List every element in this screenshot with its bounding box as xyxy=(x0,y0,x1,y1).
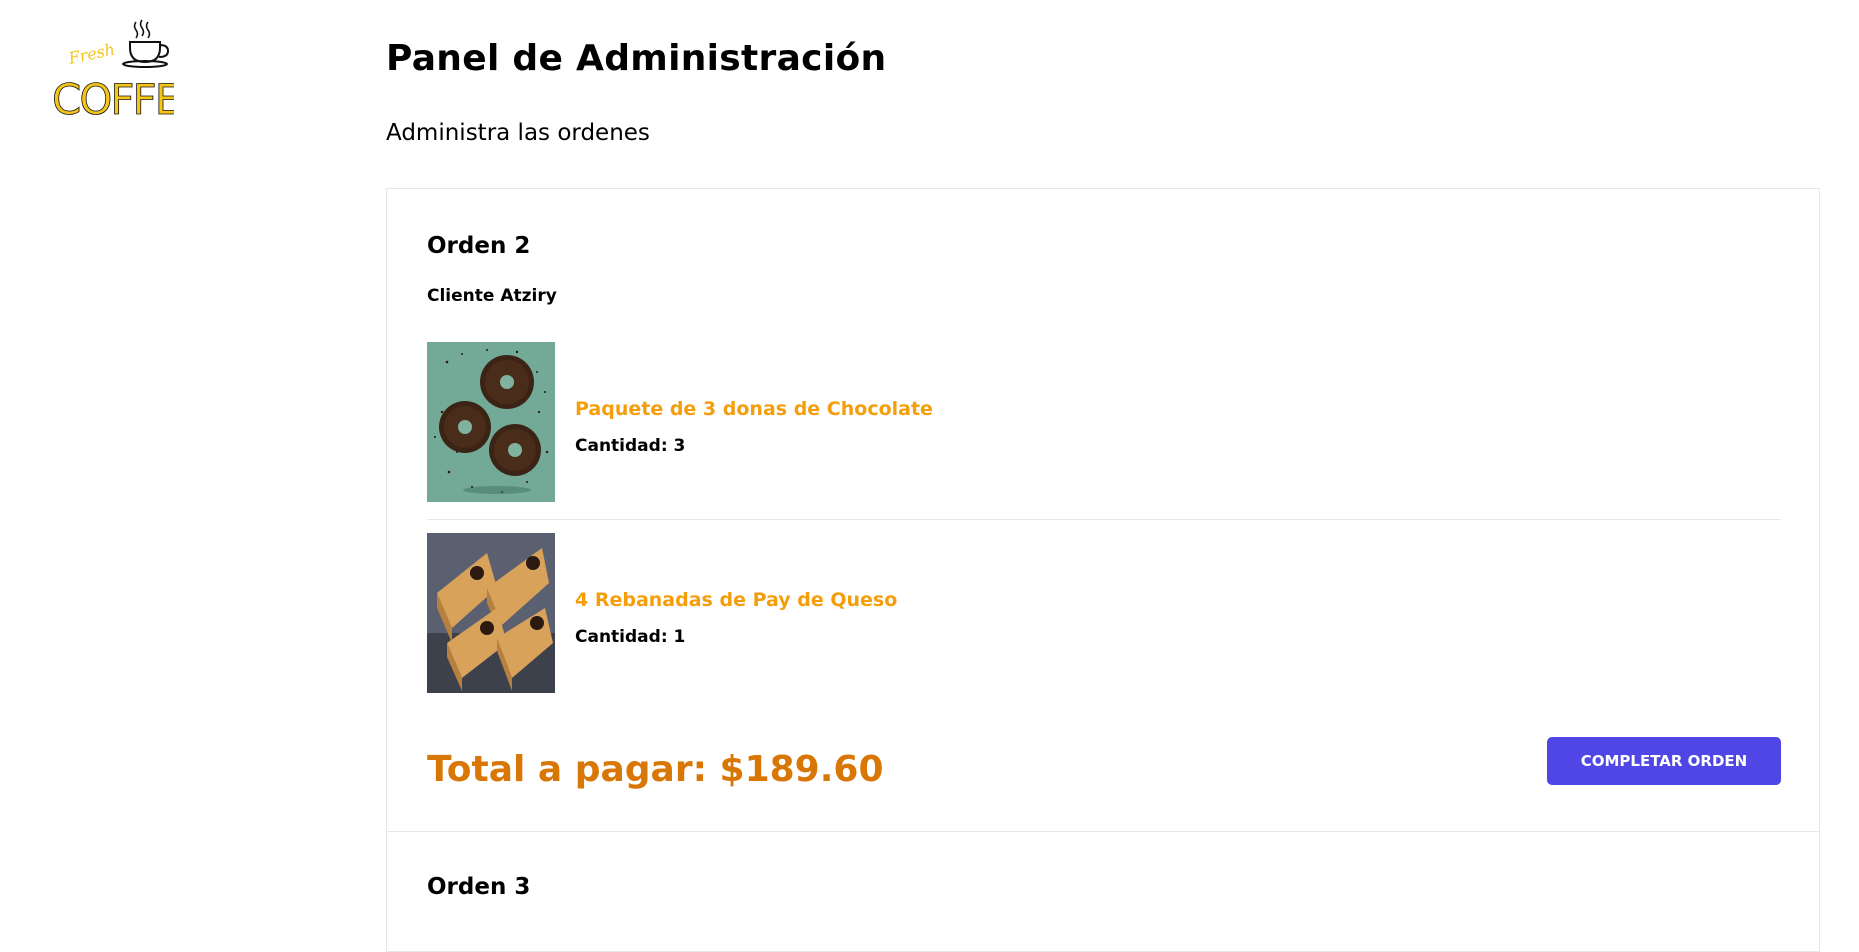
order-product-item: 4 Rebanadas de Pay de Queso Cantidad: 1 xyxy=(427,533,1781,693)
product-name: 4 Rebanadas de Pay de Queso xyxy=(575,589,898,611)
svg-text:Fresh: Fresh xyxy=(66,40,117,69)
sidebar: Fresh COFFEE xyxy=(0,0,330,890)
fresh-coffee-logo[interactable]: Fresh COFFEE xyxy=(50,14,206,124)
order-total: Total a pagar: $189.60 xyxy=(427,749,884,790)
product-quantity: Cantidad: 3 xyxy=(575,436,686,456)
svg-text:COFFEE: COFFEE xyxy=(52,75,174,118)
page-subtitle: Administra las ordenes xyxy=(386,120,650,146)
chocolate-donuts-image xyxy=(427,342,555,502)
cheesecake-slices-image xyxy=(427,533,555,693)
order-card: Orden 3 xyxy=(386,832,1820,952)
product-divider xyxy=(427,519,1781,520)
complete-order-button[interactable]: COMPLETAR ORDEN xyxy=(1547,737,1781,785)
product-name: Paquete de 3 donas de Chocolate xyxy=(575,398,933,420)
order-title: Orden 3 xyxy=(427,874,531,900)
client-name: Cliente Atziry xyxy=(427,286,557,306)
order-title: Orden 2 xyxy=(427,233,531,259)
product-quantity: Cantidad: 1 xyxy=(575,627,686,647)
order-card: Orden 2 Cliente Atziry Paquete de 3 dona… xyxy=(386,188,1820,832)
page-title: Panel de Administración xyxy=(386,38,887,79)
order-product-item: Paquete de 3 donas de Chocolate Cantidad… xyxy=(427,342,1781,502)
